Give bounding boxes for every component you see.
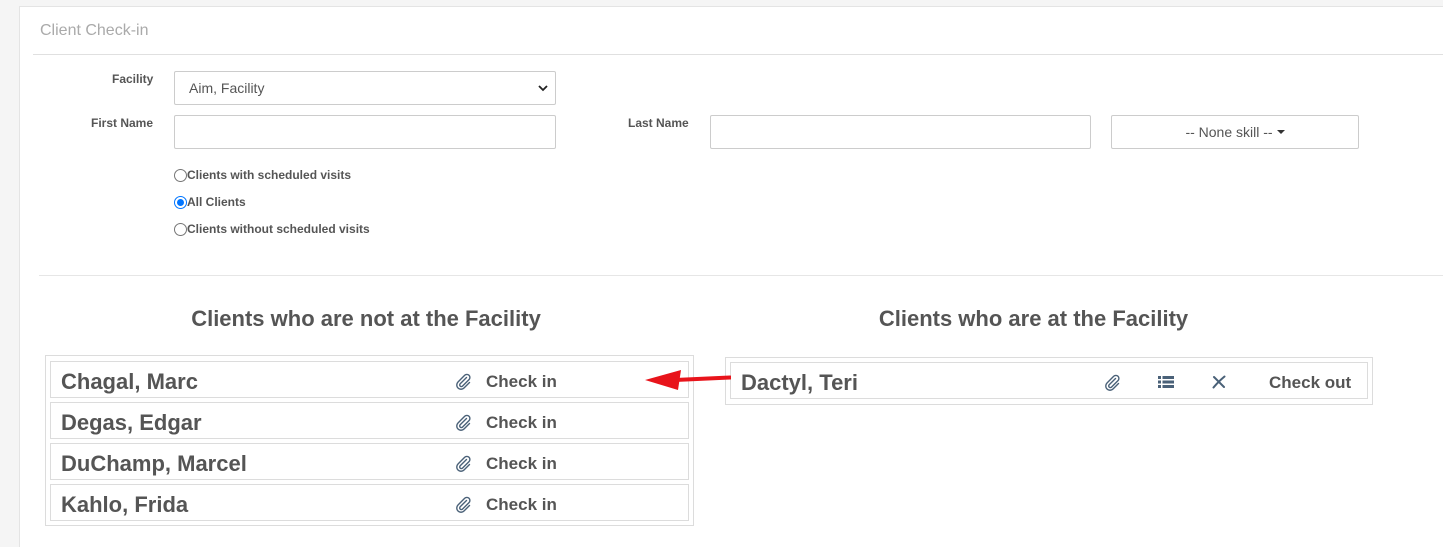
check-in-button[interactable]: Check in bbox=[486, 495, 557, 515]
paperclip-icon[interactable] bbox=[1103, 373, 1121, 391]
check-in-button[interactable]: Check in bbox=[486, 413, 557, 433]
client-name: DuChamp, Marcel bbox=[61, 451, 247, 476]
first-name-input[interactable] bbox=[174, 115, 556, 149]
radio-button[interactable] bbox=[174, 168, 187, 182]
client-row: Chagal, Marc Check in bbox=[50, 361, 689, 398]
radio-all-clients[interactable]: All Clients bbox=[174, 195, 246, 209]
radio-button[interactable] bbox=[174, 222, 187, 236]
paperclip-icon[interactable] bbox=[454, 454, 472, 472]
caret-down-icon bbox=[1276, 130, 1285, 134]
not-at-facility-list: Chagal, Marc Check in Degas, Edgar Check… bbox=[45, 355, 694, 526]
facility-select[interactable]: Aim, Facility bbox=[174, 71, 556, 105]
radio-label: Clients without scheduled visits bbox=[187, 222, 370, 236]
not-at-facility-heading: Clients who are not at the Facility bbox=[191, 306, 541, 331]
facility-label: Facility bbox=[112, 72, 154, 86]
check-in-button[interactable]: Check in bbox=[486, 372, 557, 392]
paperclip-icon[interactable] bbox=[454, 372, 472, 390]
paperclip-icon[interactable] bbox=[454, 495, 472, 513]
first-name-label: First Name bbox=[91, 116, 154, 130]
panel-title: Client Check-in bbox=[40, 22, 149, 39]
radio-no-scheduled-visits[interactable]: Clients without scheduled visits bbox=[174, 222, 370, 236]
check-out-button[interactable]: Check out bbox=[1269, 373, 1351, 393]
paperclip-icon[interactable] bbox=[454, 413, 472, 431]
radio-label: All Clients bbox=[187, 195, 246, 209]
at-facility-list: Dactyl, Teri Check out bbox=[725, 357, 1373, 405]
at-facility-heading: Clients who are at the Facility bbox=[878, 306, 1189, 331]
client-checkin-panel: Client Check-in Facility Aim, Facility F… bbox=[19, 6, 1443, 547]
facility-select-value: Aim, Facility bbox=[189, 80, 265, 96]
close-icon[interactable] bbox=[1210, 373, 1228, 391]
radio-button[interactable] bbox=[174, 195, 187, 209]
last-name-label: Last Name bbox=[628, 116, 689, 130]
check-in-button[interactable]: Check in bbox=[486, 454, 557, 474]
client-row: DuChamp, Marcel Check in bbox=[50, 443, 689, 480]
skill-dropdown-button[interactable]: -- None skill -- bbox=[1111, 115, 1359, 149]
list-icon[interactable] bbox=[1157, 373, 1175, 391]
section-divider bbox=[39, 275, 1443, 276]
annotation-arrow-icon bbox=[645, 370, 731, 390]
chevron-down-icon bbox=[538, 85, 548, 92]
client-name: Kahlo, Frida bbox=[61, 492, 189, 517]
client-name: Dactyl, Teri bbox=[741, 370, 858, 395]
radio-scheduled-visits[interactable]: Clients with scheduled visits bbox=[174, 168, 351, 182]
client-name: Degas, Edgar bbox=[61, 410, 202, 435]
last-name-input[interactable] bbox=[710, 115, 1091, 149]
client-row: Dactyl, Teri Check out bbox=[730, 362, 1368, 399]
client-row: Degas, Edgar Check in bbox=[50, 402, 689, 439]
skill-dropdown-label: -- None skill -- bbox=[1185, 124, 1273, 140]
title-divider bbox=[33, 54, 1443, 55]
radio-label: Clients with scheduled visits bbox=[187, 168, 352, 182]
client-row: Kahlo, Frida Check in bbox=[50, 484, 689, 521]
client-name: Chagal, Marc bbox=[61, 369, 198, 394]
